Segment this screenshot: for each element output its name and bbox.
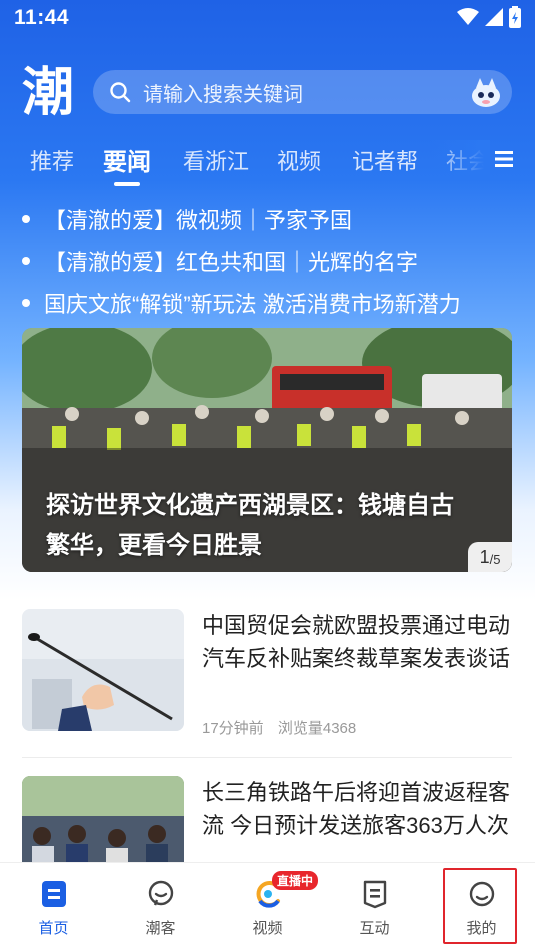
counter-current: 1 <box>479 546 490 567</box>
news-title: 长三角铁路午后将迎首波返程客流 今日预计发送旅客363万人次 <box>202 780 511 838</box>
headline-text: 【清澈的爱】红色共和国｜光辉的名字 <box>44 250 419 275</box>
nav-label: 潮客 <box>145 920 176 937</box>
tab-news[interactable]: 要闻 <box>103 142 151 177</box>
profile-icon <box>469 881 495 907</box>
news-views: 浏览量4368 <box>277 720 357 737</box>
headline-item[interactable]: 【清澈的爱】微视频｜予家予国 <box>22 198 522 240</box>
nav-video[interactable]: 直播中 视频 <box>214 863 321 951</box>
tab-zhejiang[interactable]: 看浙江 <box>183 144 249 176</box>
bullet-icon <box>22 299 30 307</box>
mascot-icon[interactable] <box>468 74 504 110</box>
search-bar[interactable]: 请输入搜索关键词 <box>93 70 512 114</box>
carousel-counter: 1 /5 <box>468 542 512 572</box>
headline-text: 【清澈的爱】微视频｜予家予国 <box>44 208 353 233</box>
news-thumbnail <box>22 609 184 731</box>
nav-label: 我的 <box>466 920 497 937</box>
status-icons <box>457 6 521 28</box>
signal-icon <box>485 8 503 26</box>
nav-chaoke[interactable]: 潮客 <box>107 863 214 951</box>
chat-icon <box>148 880 174 906</box>
headline-list: 【清澈的爱】微视频｜予家予国 【清澈的爱】红色共和国｜光辉的名字 国庆文旅“解锁… <box>22 198 522 324</box>
nav-home[interactable]: 首页 <box>0 863 107 951</box>
news-item[interactable]: 中国贸促会就欧盟投票通过电动汽车反补贴案终裁草案发表谈话 17分钟前 浏览量43… <box>22 609 512 739</box>
status-bar: 11:44 <box>0 0 535 36</box>
live-badge: 直播中 <box>272 871 319 890</box>
headline-text: 国庆文旅“解锁”新玩法 激活消费市场新潜力 <box>44 292 461 317</box>
search-icon <box>110 82 131 103</box>
news-time: 17分钟前 <box>202 720 264 737</box>
bullet-icon <box>22 257 30 265</box>
home-icon <box>42 881 66 907</box>
menu-icon[interactable] <box>495 150 513 168</box>
status-time: 11:44 <box>14 6 70 29</box>
tab-video[interactable]: 视频 <box>277 144 321 176</box>
news-item[interactable]: 长三角铁路午后将迎首波返程客流 今日预计发送旅客363万人次 <box>22 776 512 866</box>
search-placeholder: 请输入搜索关键词 <box>143 83 303 106</box>
news-meta: 17分钟前 浏览量4368 <box>202 717 356 738</box>
carousel-caption: 探访世界文化遗产西湖景区：钱塘自古繁华，更看今日胜景 <box>46 492 454 559</box>
nav-label: 首页 <box>38 920 69 937</box>
battery-icon <box>509 6 521 28</box>
news-thumbnail <box>22 776 184 866</box>
featured-carousel[interactable]: 探访世界文化遗产西湖景区：钱塘自古繁华，更看今日胜景 1 /5 <box>22 328 512 572</box>
tab-recommend[interactable]: 推荐 <box>30 144 74 176</box>
nav-label: 互动 <box>359 920 390 937</box>
headline-item[interactable]: 【清澈的爱】红色共和国｜光辉的名字 <box>22 240 522 282</box>
news-title: 中国贸促会就欧盟投票通过电动汽车反补贴案终裁草案发表谈话 <box>202 613 511 671</box>
nav-interact[interactable]: 互动 <box>321 863 428 951</box>
bullet-icon <box>22 215 30 223</box>
bottom-nav: 首页 潮客 直播中 视频 互动 我的 <box>0 862 535 951</box>
divider <box>22 757 512 758</box>
tabs-fade <box>430 140 490 180</box>
tab-reporter[interactable]: 记者帮 <box>352 144 418 176</box>
nav-label: 视频 <box>252 920 283 937</box>
app-logo[interactable]: 潮 <box>22 62 76 120</box>
counter-total: /5 <box>489 551 501 567</box>
nav-profile[interactable]: 我的 <box>428 863 535 951</box>
svg-text:潮: 潮 <box>22 62 74 120</box>
channel-tabs: 推荐 要闻 看浙江 视频 记者帮 社会 <box>0 140 535 188</box>
wifi-icon <box>457 8 479 25</box>
headline-item[interactable]: 国庆文旅“解锁”新玩法 激活消费市场新潜力 <box>22 282 522 324</box>
tab-indicator <box>114 182 140 186</box>
interact-icon <box>363 880 387 909</box>
